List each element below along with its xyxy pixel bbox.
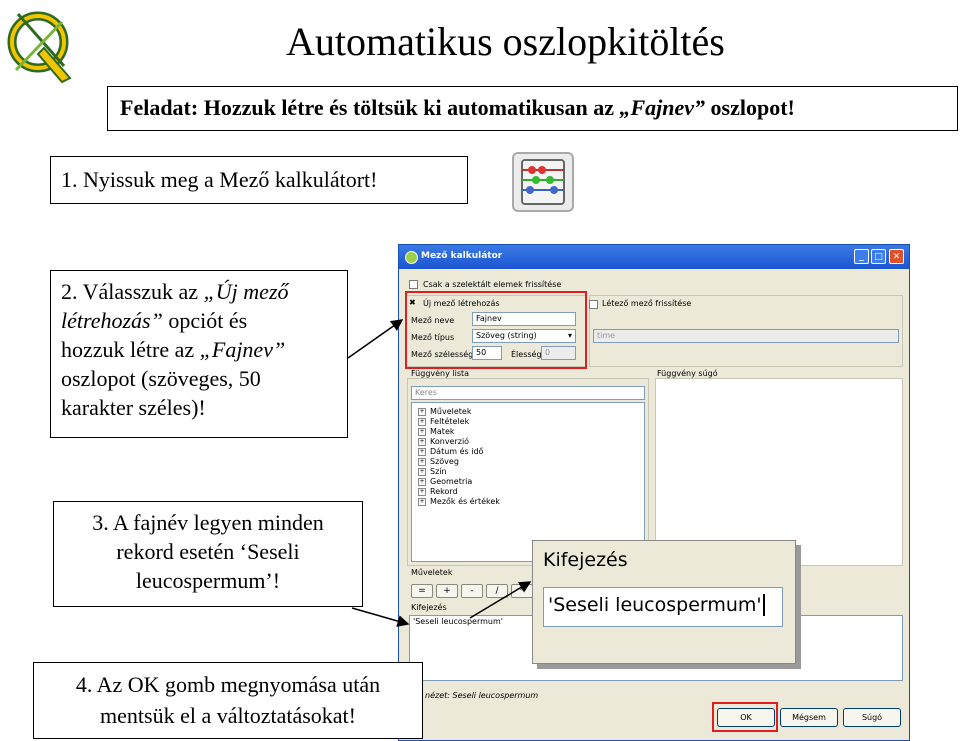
expression-zoom-callout: Kifejezés 'Seseli leucospermum' xyxy=(532,540,796,664)
zoom-label: Kifejezés xyxy=(543,549,628,571)
text-caret xyxy=(762,594,771,616)
step3-line-2: rekord esetén ‘Seseli xyxy=(116,539,300,564)
step4-line-1: 4. Az OK gomb megnyomása után xyxy=(75,672,381,697)
step3-line-1: 3. A fajnév legyen minden xyxy=(92,510,324,535)
arrow-zoom xyxy=(469,581,532,619)
step3-box: 3. A fajnév legyen minden rekord esetén … xyxy=(53,501,363,607)
annotation-arrows xyxy=(347,319,532,627)
zoom-expression-text: 'Seseli leucospermum' xyxy=(548,594,762,616)
arrow-step2 xyxy=(347,319,404,359)
step4-line-2: mentsük el a változtatásokat! xyxy=(100,703,356,728)
step4-box: 4. Az OK gomb megnyomása után mentsük el… xyxy=(33,662,423,739)
zoom-expression: 'Seseli leucospermum' xyxy=(543,587,783,627)
step3-line-3: leucospermum’! xyxy=(135,568,281,593)
arrow-step3 xyxy=(351,607,410,627)
